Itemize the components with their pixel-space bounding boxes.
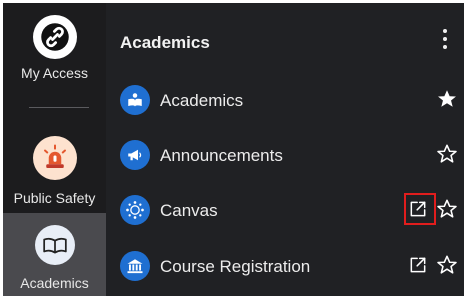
star-outline-icon[interactable] — [436, 254, 458, 276]
list-item-academics[interactable]: Academics — [120, 80, 460, 120]
university-icon — [120, 251, 150, 281]
sidebar: My Access Public Safety Academics — [3, 3, 106, 296]
list-item-label: Course Registration — [160, 257, 311, 276]
list-item-label: Announcements — [160, 146, 283, 165]
sidebar-divider — [29, 107, 89, 108]
page-title: Academics — [120, 33, 210, 52]
sidebar-item-academics[interactable]: Academics — [3, 213, 106, 296]
open-book-icon — [34, 225, 75, 265]
sidebar-item-public-safety[interactable]: Public Safety — [3, 136, 106, 206]
sidebar-item-my-access[interactable]: My Access — [3, 15, 106, 81]
list-item-course-registration[interactable]: Course Registration — [120, 246, 460, 286]
link-icon — [32, 15, 77, 59]
siren-icon — [32, 136, 77, 180]
star-outline-icon[interactable] — [436, 143, 458, 165]
external-link-icon[interactable] — [408, 199, 428, 219]
external-link-icon[interactable] — [408, 255, 428, 275]
list-item-canvas[interactable]: Canvas — [120, 190, 460, 230]
list-item-label: Canvas — [160, 201, 218, 220]
list-item-label: Academics — [160, 91, 244, 110]
main-content: Academics Academics Announcements Canvas… — [106, 3, 464, 296]
sidebar-item-label: Public Safety — [13, 190, 96, 206]
app-frame: My Access Public Safety Academics Academ… — [3, 3, 464, 296]
sidebar-item-label: Academics — [20, 275, 89, 291]
star-outline-icon[interactable] — [436, 198, 458, 220]
star-filled-icon[interactable] — [436, 88, 458, 110]
megaphone-icon — [120, 140, 150, 170]
list-item-announcements[interactable]: Announcements — [120, 135, 460, 175]
sidebar-item-label: My Access — [21, 65, 88, 81]
academics-icon — [120, 85, 150, 115]
canvas-icon — [120, 195, 150, 225]
kebab-menu-icon[interactable] — [440, 27, 450, 51]
